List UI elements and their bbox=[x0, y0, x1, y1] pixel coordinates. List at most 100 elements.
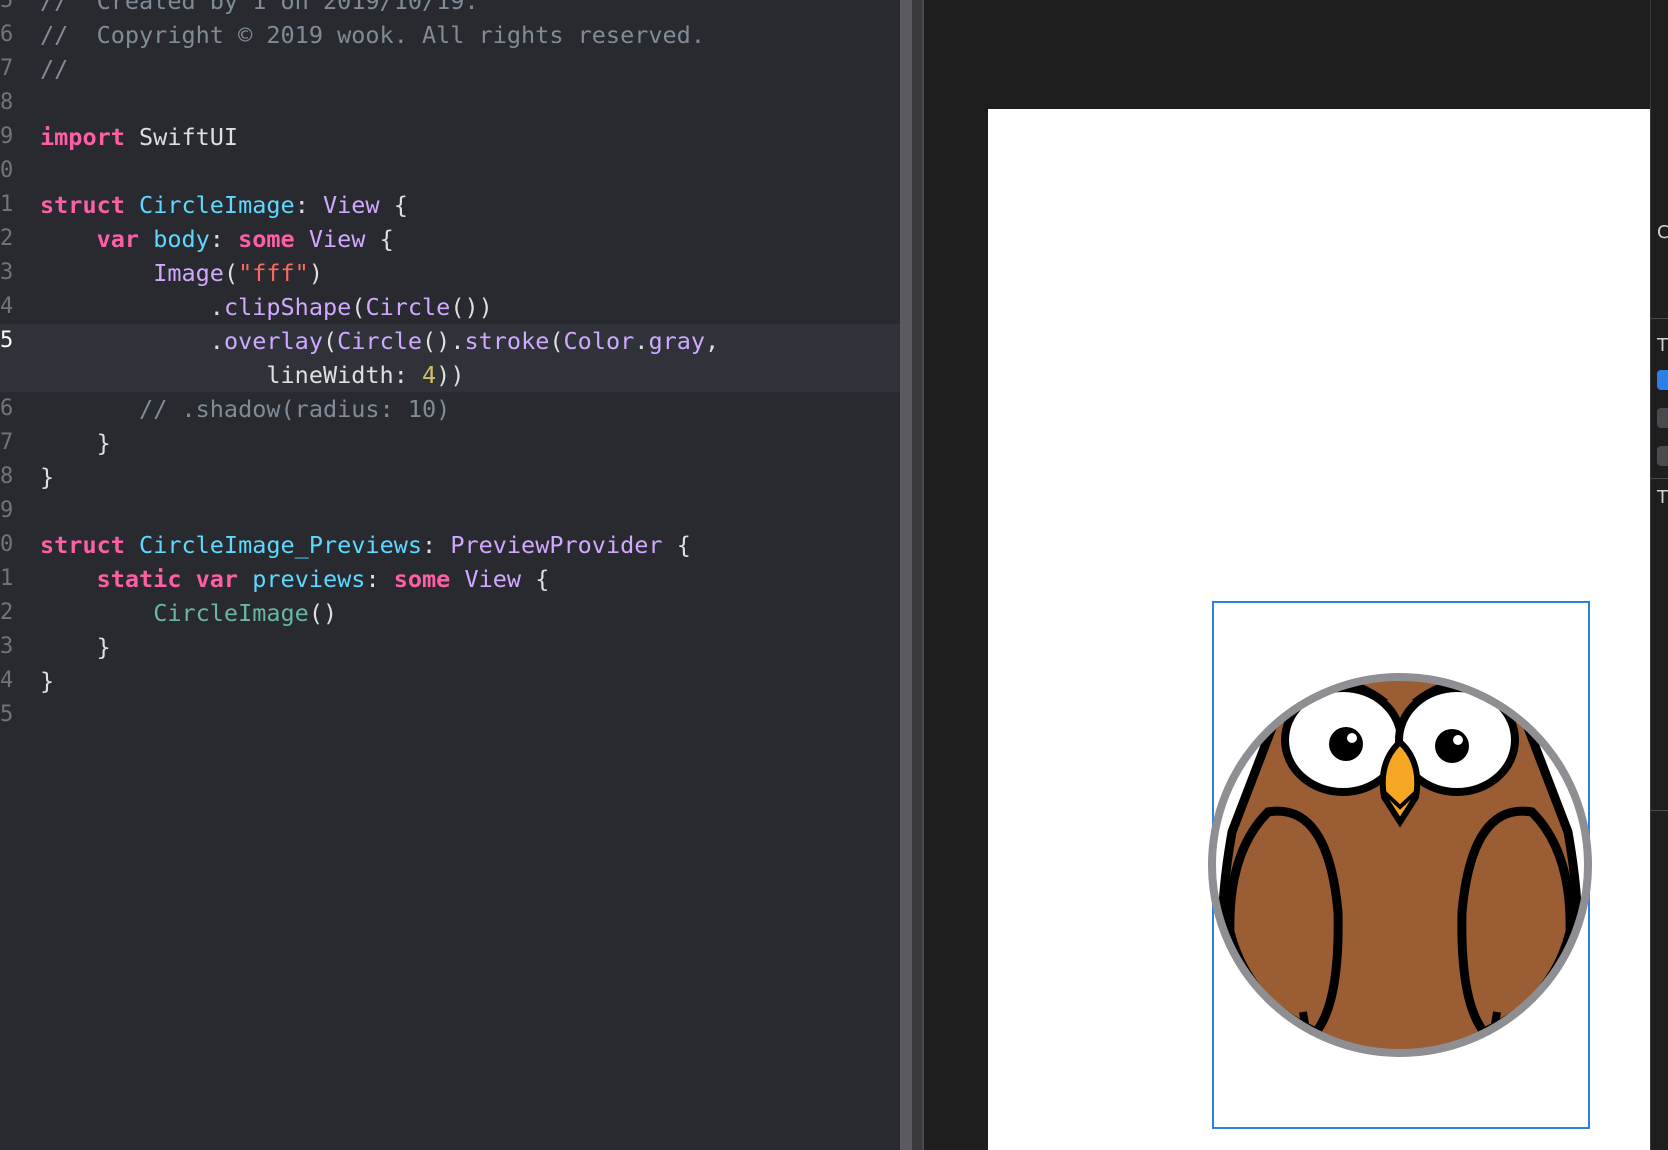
code-token: : bbox=[294, 191, 323, 219]
inspector-section-label: T bbox=[1657, 487, 1668, 508]
code-token: // Copyright © 2019 wook. All rights res… bbox=[40, 21, 705, 49]
code-token: { bbox=[662, 531, 691, 559]
code-line[interactable]: 7 // bbox=[0, 52, 900, 86]
code-token: clipShape bbox=[223, 293, 352, 321]
code-token: ) bbox=[308, 259, 323, 287]
inspector-checkbox-checked[interactable] bbox=[1657, 370, 1668, 390]
code-token: PreviewProvider bbox=[450, 531, 663, 559]
code-token: { bbox=[365, 225, 394, 253]
code-token: ( bbox=[322, 327, 338, 355]
code-line[interactable]: 8 bbox=[0, 86, 900, 120]
code-token: some bbox=[238, 225, 295, 253]
code-token: ( bbox=[351, 293, 366, 321]
code-token: lineWidth: bbox=[40, 361, 423, 389]
code-line[interactable]: 1 static var previews: some View { bbox=[0, 562, 900, 596]
code-line[interactable]: 6 // .shadow(radius: 10) bbox=[0, 392, 900, 426]
line-number: 7 bbox=[0, 56, 14, 81]
code-token: SwiftUI bbox=[124, 123, 239, 151]
line-number: 1 bbox=[0, 566, 14, 591]
code-editor[interactable]: 5 // Created by 1 on 2019/10/19. 6 // Copyr… bbox=[0, 0, 900, 1150]
code-text: CircleImage() bbox=[40, 596, 337, 630]
code-text: lineWidth: 4)) bbox=[40, 358, 464, 392]
code-line[interactable]: 1 struct CircleImage: View { bbox=[0, 188, 900, 222]
code-text: } bbox=[40, 630, 111, 664]
code-token: ( bbox=[223, 259, 239, 287]
code-line[interactable]: 9 bbox=[0, 494, 900, 528]
code-line[interactable]: 5 .overlay(Circle().stroke(Color.gray, bbox=[0, 324, 900, 358]
code-token: some bbox=[393, 565, 451, 593]
line-number: 0 bbox=[0, 532, 14, 557]
code-line[interactable]: 7 } bbox=[0, 426, 900, 460]
code-line[interactable]: 3 } bbox=[0, 630, 900, 664]
splitter-edge bbox=[912, 0, 922, 1150]
code-text: } bbox=[40, 426, 111, 460]
line-number: 2 bbox=[0, 600, 14, 625]
code-token: overlay bbox=[223, 327, 323, 355]
code-token: gray bbox=[648, 327, 706, 355]
code-line[interactable]: lineWidth: 4)) bbox=[0, 358, 900, 392]
code-token: . bbox=[40, 327, 224, 355]
code-text: // Copyright © 2019 wook. All rights res… bbox=[40, 18, 705, 52]
code-token: // .shadow(radius: 10) bbox=[139, 395, 451, 423]
code-line[interactable]: 9 import SwiftUI bbox=[0, 120, 900, 154]
code-token: } bbox=[40, 633, 111, 661]
code-token: stroke bbox=[464, 327, 550, 355]
inspector-section-label: T bbox=[1657, 335, 1668, 356]
inspector-checkbox[interactable] bbox=[1657, 408, 1668, 428]
code-token: } bbox=[40, 429, 111, 457]
code-token: ( bbox=[549, 327, 564, 355]
line-number: 5 bbox=[0, 0, 14, 13]
code-line[interactable]: 6 // Copyright © 2019 wook. All rights re… bbox=[0, 18, 900, 52]
line-number: 9 bbox=[0, 124, 14, 149]
code-token: View bbox=[308, 225, 366, 253]
code-text: struct CircleImage_Previews: PreviewProv… bbox=[40, 528, 691, 562]
inspector-divider bbox=[1651, 810, 1668, 811]
editor-canvas-splitter[interactable] bbox=[900, 0, 912, 1150]
inspector-divider bbox=[1651, 318, 1668, 319]
code-line[interactable]: 4} bbox=[0, 664, 900, 698]
code-token: 4 bbox=[422, 361, 437, 389]
code-line[interactable]: 5 bbox=[0, 698, 900, 732]
code-text: // .shadow(radius: 10) bbox=[40, 392, 450, 426]
line-number: 8 bbox=[0, 464, 14, 489]
line-number: 9 bbox=[0, 498, 14, 523]
code-text: // bbox=[40, 52, 68, 86]
line-number: 6 bbox=[0, 396, 14, 421]
code-token: . bbox=[40, 293, 224, 321]
code-line[interactable]: 5 // Created by 1 on 2019/10/19. bbox=[0, 0, 900, 18]
code-token: struct bbox=[40, 531, 125, 559]
code-line[interactable]: 4 .clipShape(Circle()) bbox=[0, 290, 900, 324]
code-text: static var previews: some View { bbox=[40, 562, 550, 596]
line-number: 7 bbox=[0, 430, 14, 455]
code-line[interactable]: 3 Image("fff") bbox=[0, 256, 900, 290]
code-token: } bbox=[40, 463, 55, 491]
code-text: // Created by 1 on 2019/10/19. bbox=[40, 0, 479, 18]
code-text: Image("fff") bbox=[40, 256, 323, 290]
code-line[interactable]: 2 CircleImage() bbox=[0, 596, 900, 630]
inspector-checkbox[interactable] bbox=[1657, 446, 1668, 466]
line-number: 5 bbox=[0, 328, 14, 353]
code-line[interactable]: 2 var body: some View { bbox=[0, 222, 900, 256]
code-line[interactable]: 0 struct CircleImage_Previews: PreviewPro… bbox=[0, 528, 900, 562]
code-token: )) bbox=[436, 361, 465, 389]
code-token: var bbox=[96, 225, 140, 253]
owl-icon[interactable] bbox=[1208, 672, 1592, 1059]
line-number: 4 bbox=[0, 294, 14, 319]
code-token: { bbox=[379, 191, 408, 219]
code-text: .overlay(Circle().stroke(Color.gray, bbox=[40, 324, 719, 358]
code-line[interactable]: 0 bbox=[0, 154, 900, 188]
code-line[interactable]: 8} bbox=[0, 460, 900, 494]
code-token: struct bbox=[40, 191, 125, 219]
line-number: 3 bbox=[0, 260, 14, 285]
code-text: var body: some View { bbox=[40, 222, 394, 256]
code-token: var bbox=[195, 565, 239, 593]
line-number: 2 bbox=[0, 226, 14, 251]
